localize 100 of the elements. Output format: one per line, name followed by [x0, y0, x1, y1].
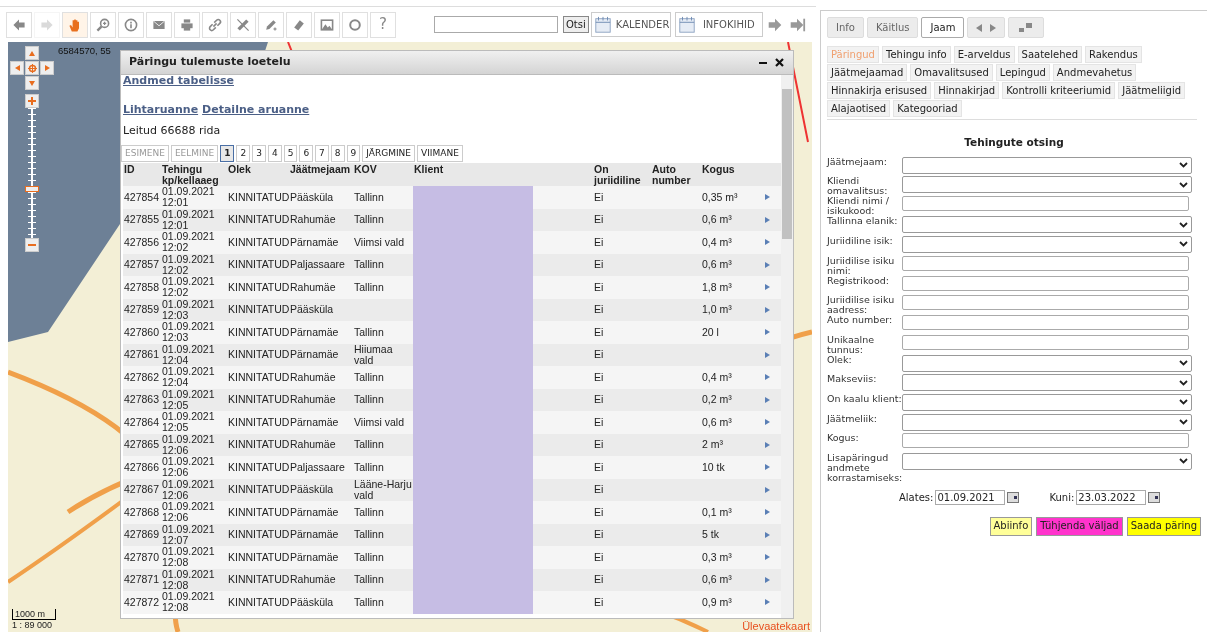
page-button[interactable]: 9	[346, 145, 361, 162]
text-field[interactable]	[902, 196, 1189, 212]
text-field[interactable]	[902, 255, 1189, 271]
row-arrow-icon[interactable]	[765, 486, 770, 493]
toolbar-button[interactable]	[230, 11, 256, 38]
toolbar-button[interactable]	[342, 11, 368, 38]
column-header[interactable]: On juriidiline	[594, 164, 650, 186]
dropdown[interactable]	[902, 413, 1192, 431]
calendar-icon[interactable]	[1148, 491, 1161, 503]
row-arrow-icon[interactable]	[765, 306, 770, 313]
page-button[interactable]: 7	[315, 145, 329, 162]
pan-up-button[interactable]	[25, 46, 39, 60]
toolbar-button[interactable]	[90, 11, 116, 38]
prev-next-button[interactable]	[967, 17, 1006, 38]
sub-tab[interactable]: Kategooriad	[893, 100, 962, 117]
sub-tab[interactable]: Kontrolli kriteeriumid	[1002, 82, 1116, 99]
row-arrow-icon[interactable]	[765, 509, 770, 516]
row-arrow-icon[interactable]	[765, 599, 770, 606]
text-field[interactable]	[902, 433, 1189, 449]
row-arrow-icon[interactable]	[765, 261, 770, 268]
toolbar-button[interactable]	[62, 11, 88, 38]
row-arrow-icon[interactable]	[765, 284, 770, 291]
page-button[interactable]: 3	[252, 145, 266, 162]
panel-tab[interactable]: Jaam	[921, 17, 965, 38]
column-header[interactable]: Kogus	[702, 164, 764, 175]
zoom-slider[interactable]	[25, 108, 39, 238]
sub-tab[interactable]: Hinnakirja erisused	[827, 82, 932, 99]
toolbar-button[interactable]	[118, 11, 144, 38]
column-header[interactable]: Jäätmejaam	[290, 164, 352, 175]
sub-tab[interactable]: Alajaotised	[827, 100, 891, 117]
zoom-slider-thumb[interactable]	[25, 186, 39, 193]
row-arrow-icon[interactable]	[765, 216, 770, 223]
action-button[interactable]: Tühjenda väljad	[1036, 516, 1123, 536]
text-field[interactable]	[902, 334, 1189, 350]
toolbar-button[interactable]	[6, 11, 32, 38]
dropdown[interactable]	[902, 176, 1192, 194]
column-header[interactable]: Klient	[414, 164, 592, 175]
calendar-icon[interactable]	[1007, 491, 1020, 503]
text-field[interactable]	[902, 315, 1189, 331]
panel-tab[interactable]: Käitlus	[866, 17, 919, 38]
search-button[interactable]: Otsi	[563, 16, 589, 33]
search-field[interactable]	[434, 16, 558, 33]
toolbar-button[interactable]	[258, 11, 284, 38]
table-link[interactable]: Andmed tabelisse	[123, 75, 781, 87]
report-link[interactable]: Lihtaruanne	[123, 102, 199, 119]
dropdown[interactable]	[902, 235, 1192, 253]
page-button[interactable]: JÄRGMINE	[362, 145, 416, 162]
sub-tab[interactable]: Andmevahetus	[1052, 64, 1137, 81]
sub-tab[interactable]: Lepingud	[995, 64, 1050, 81]
report-link[interactable]: Detailne aruanne	[202, 102, 310, 119]
column-header[interactable]: KOV	[354, 164, 412, 175]
row-arrow-icon[interactable]	[765, 374, 770, 381]
page-button[interactable]: 5	[283, 145, 298, 162]
page-button[interactable]: 2	[236, 145, 251, 162]
sub-tab[interactable]: Tehingu info	[882, 46, 951, 63]
toolbar-button[interactable]	[146, 11, 172, 38]
sub-tab[interactable]: E-arveldus	[953, 46, 1015, 63]
column-header[interactable]: Auto number	[652, 164, 700, 186]
row-arrow-icon[interactable]	[765, 396, 770, 403]
sub-tab[interactable]: Jäätmejaamad	[827, 64, 908, 81]
dropdown[interactable]	[902, 354, 1192, 372]
dropdown[interactable]	[902, 374, 1192, 392]
row-arrow-icon[interactable]	[765, 329, 770, 336]
row-arrow-icon[interactable]	[765, 554, 770, 561]
sub-tab[interactable]: Saatelehed	[1017, 46, 1082, 63]
text-field[interactable]	[902, 295, 1189, 311]
date-field[interactable]: 23.03.2022	[1076, 489, 1147, 505]
scrollbar[interactable]	[781, 75, 793, 618]
row-arrow-icon[interactable]	[765, 419, 770, 426]
layout-button[interactable]	[1008, 17, 1045, 38]
row-arrow-icon[interactable]	[765, 351, 770, 358]
dropdown[interactable]	[902, 393, 1192, 411]
pan-left-button[interactable]	[10, 61, 24, 75]
zoom-in-button[interactable]	[25, 94, 39, 108]
page-button[interactable]: VIIMANE	[417, 145, 463, 162]
close-button[interactable]	[773, 56, 785, 69]
page-button[interactable]: 6	[299, 145, 314, 162]
pan-right-button[interactable]	[40, 61, 54, 75]
pan-center-button[interactable]	[25, 61, 39, 75]
dropdown[interactable]	[902, 216, 1192, 234]
sub-tab[interactable]: Rakendus	[1085, 46, 1142, 63]
zoom-out-button[interactable]	[25, 238, 39, 252]
row-arrow-icon[interactable]	[765, 576, 770, 583]
toolbar-button[interactable]	[286, 11, 312, 38]
row-arrow-icon[interactable]	[765, 441, 770, 448]
toolbar-button[interactable]	[314, 11, 340, 38]
dropdown[interactable]	[902, 452, 1192, 470]
action-button[interactable]: Saada päring	[1126, 516, 1201, 536]
toolbar-button[interactable]	[202, 11, 228, 38]
action-button[interactable]: Abiinfo	[989, 516, 1033, 536]
panel-tab[interactable]: Info	[827, 17, 864, 38]
column-header[interactable]: Tehingu kp/kellaaeg	[162, 164, 226, 186]
page-button[interactable]: 1	[220, 145, 235, 162]
sub-tab[interactable]: Omavalitsused	[910, 64, 993, 81]
page-button[interactable]: 4	[267, 145, 282, 162]
column-header[interactable]: ID	[124, 164, 160, 175]
row-arrow-icon[interactable]	[765, 239, 770, 246]
text-field[interactable]	[902, 275, 1189, 291]
pan-down-button[interactable]	[25, 76, 39, 90]
help-button[interactable]: ?	[370, 11, 396, 38]
